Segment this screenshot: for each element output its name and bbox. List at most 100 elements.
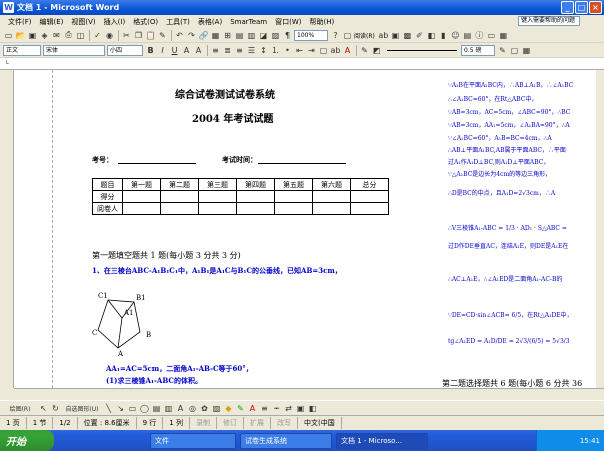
table-cell[interactable] bbox=[350, 190, 389, 203]
oval-icon[interactable]: ◯ bbox=[139, 403, 150, 414]
undo-icon[interactable]: ↶ bbox=[174, 30, 185, 41]
italic-button[interactable]: I bbox=[157, 45, 168, 56]
table-cell[interactable] bbox=[198, 202, 237, 215]
draw-menu[interactable]: 绘图(R) bbox=[3, 403, 37, 414]
rotate-icon[interactable]: ↻ bbox=[50, 403, 61, 414]
table-cell[interactable] bbox=[236, 202, 275, 215]
menu-tools[interactable]: 工具(T) bbox=[162, 17, 194, 27]
zoom-combo[interactable]: 100% bbox=[294, 29, 328, 41]
vertical-ruler[interactable] bbox=[0, 70, 14, 388]
align-right-icon[interactable]: ≡ bbox=[234, 45, 245, 56]
menu-smarteam[interactable]: SmarTeam bbox=[226, 18, 271, 26]
table-cell[interactable] bbox=[350, 202, 389, 215]
menu-window[interactable]: 窗口(W) bbox=[271, 17, 305, 27]
table-cell[interactable] bbox=[274, 202, 313, 215]
insert-table-icon[interactable]: ⊞ bbox=[222, 30, 233, 41]
print-icon[interactable]: ⎙ bbox=[63, 30, 74, 41]
style-combo[interactable]: 正文 bbox=[3, 44, 41, 56]
size-combo[interactable]: 小四 bbox=[107, 44, 143, 56]
clipboard-icon[interactable]: ▤ bbox=[462, 30, 473, 41]
people-icon[interactable]: ☺ bbox=[450, 30, 461, 41]
bold-button[interactable]: B bbox=[145, 45, 156, 56]
table-cell[interactable] bbox=[312, 202, 351, 215]
outside-border-icon[interactable]: ▢ bbox=[509, 45, 520, 56]
cut-icon[interactable]: ✂ bbox=[121, 30, 132, 41]
pen-icon[interactable]: ✐ bbox=[414, 30, 425, 41]
read-label[interactable]: 阅读(R) bbox=[354, 31, 375, 40]
decrease-indent-icon[interactable]: ⇤ bbox=[294, 45, 305, 56]
drawing-icon[interactable]: ◪ bbox=[258, 30, 269, 41]
eraser-icon[interactable]: ◩ bbox=[371, 45, 382, 56]
lock-icon[interactable]: ▦ bbox=[498, 30, 509, 41]
diagram-icon[interactable]: ◎ bbox=[187, 403, 198, 414]
border-icon[interactable]: ▢ bbox=[318, 45, 329, 56]
open-icon[interactable]: 📂 bbox=[15, 30, 26, 41]
fill-color-icon[interactable]: ◆ bbox=[223, 403, 234, 414]
status-track[interactable]: 修订 bbox=[217, 416, 244, 429]
horizontal-scrollbar[interactable] bbox=[14, 388, 604, 400]
wordart-icon[interactable]: A bbox=[175, 403, 186, 414]
justify-icon[interactable]: ☰ bbox=[246, 45, 257, 56]
clipart-icon[interactable]: ✿ bbox=[199, 403, 210, 414]
preview-icon[interactable]: ◫ bbox=[75, 30, 86, 41]
line-icon[interactable]: ╲ bbox=[103, 403, 114, 414]
line-spacing-icon[interactable]: ↕ bbox=[258, 45, 269, 56]
line-style-icon[interactable]: ≡ bbox=[259, 403, 270, 414]
chart-icon[interactable]: ▮ bbox=[438, 30, 449, 41]
email-icon[interactable]: ✉ bbox=[51, 30, 62, 41]
status-record[interactable]: 录制 bbox=[190, 416, 217, 429]
shading-color-icon[interactable]: ▦ bbox=[521, 45, 532, 56]
insert-excel-icon[interactable]: ▤ bbox=[234, 30, 245, 41]
hyperlink-icon[interactable]: 🔗 bbox=[198, 30, 209, 41]
info-icon[interactable]: ⓘ bbox=[474, 30, 485, 41]
table-cell[interactable] bbox=[312, 190, 351, 203]
permission-icon[interactable]: ◈ bbox=[39, 30, 50, 41]
redo-icon[interactable]: ↷ bbox=[186, 30, 197, 41]
horizontal-ruler[interactable]: L bbox=[0, 58, 604, 70]
read-icon[interactable]: ▢ bbox=[342, 30, 353, 41]
table-cell[interactable] bbox=[198, 190, 237, 203]
document-icon[interactable]: ▭ bbox=[486, 30, 497, 41]
draw-font-color-icon[interactable]: A bbox=[247, 403, 258, 414]
char-shading-icon[interactable]: A bbox=[193, 45, 204, 56]
increase-indent-icon[interactable]: ⇥ bbox=[306, 45, 317, 56]
task-exam-system[interactable]: 试卷生成系统 bbox=[240, 432, 332, 449]
font-color-icon[interactable]: A bbox=[342, 45, 353, 56]
save-icon[interactable]: ▣ bbox=[27, 30, 38, 41]
help-icon[interactable]: ? bbox=[330, 30, 341, 41]
start-button[interactable]: 开始 bbox=[0, 430, 54, 451]
3d-icon[interactable]: ◧ bbox=[307, 403, 318, 414]
paste-icon[interactable]: 📋 bbox=[145, 30, 156, 41]
menu-view[interactable]: 视图(V) bbox=[67, 17, 99, 27]
menu-format[interactable]: 格式(O) bbox=[129, 17, 162, 27]
numbering-icon[interactable]: ⒈ bbox=[270, 45, 281, 56]
pen-tool-icon[interactable]: ✎ bbox=[359, 45, 370, 56]
textbox-icon[interactable]: ▤ bbox=[151, 403, 162, 414]
task-folder[interactable]: 文件 bbox=[150, 432, 236, 449]
spelling-icon[interactable]: ✓ bbox=[92, 30, 103, 41]
select-objects-icon[interactable]: ↖ bbox=[38, 403, 49, 414]
table-cell[interactable] bbox=[160, 202, 199, 215]
menu-file[interactable]: 文件(F) bbox=[4, 17, 36, 27]
show-hide-icon[interactable]: ¶ bbox=[282, 30, 293, 41]
menu-edit[interactable]: 编辑(E) bbox=[36, 17, 68, 27]
new-icon[interactable]: ▭ bbox=[3, 30, 14, 41]
table-cell[interactable] bbox=[274, 190, 313, 203]
underline-button[interactable]: U bbox=[169, 45, 180, 56]
rectangle-icon[interactable]: ▭ bbox=[127, 403, 138, 414]
bullets-icon[interactable]: • bbox=[282, 45, 293, 56]
line-color-icon[interactable]: ✎ bbox=[235, 403, 246, 414]
border-color-icon[interactable]: ✎ bbox=[497, 45, 508, 56]
arrow-style-icon[interactable]: ⇄ bbox=[283, 403, 294, 414]
columns-icon[interactable]: ▥ bbox=[246, 30, 257, 41]
tables-borders-icon[interactable]: ▦ bbox=[210, 30, 221, 41]
align-left-icon[interactable]: ≡ bbox=[210, 45, 221, 56]
line-weight-combo[interactable]: 0.5 磅 bbox=[461, 44, 495, 56]
table-cell[interactable] bbox=[122, 202, 161, 215]
autoshapes-menu[interactable]: 自选图形(U) bbox=[62, 403, 102, 414]
format-painter-icon[interactable]: ✎ bbox=[157, 30, 168, 41]
abc-icon[interactable]: ab bbox=[378, 30, 389, 41]
menu-table[interactable]: 表格(A) bbox=[194, 17, 226, 27]
arrow-icon[interactable]: ↘ bbox=[115, 403, 126, 414]
font-combo[interactable]: 宋体 bbox=[43, 44, 105, 56]
